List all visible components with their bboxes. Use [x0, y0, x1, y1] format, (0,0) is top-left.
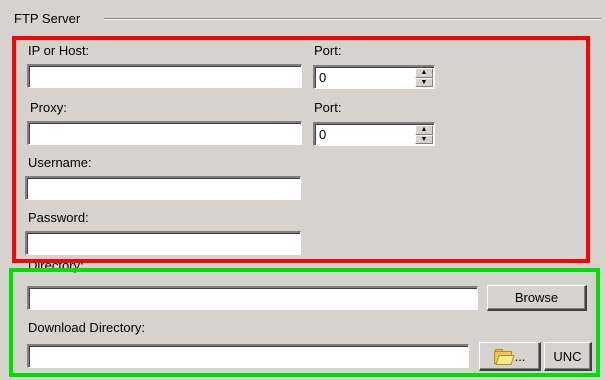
- host-label: IP or Host:: [28, 43, 90, 58]
- username-input[interactable]: [25, 176, 301, 200]
- group-title: FTP Server: [14, 11, 87, 26]
- host-input[interactable]: [27, 64, 302, 88]
- proxy-label: Proxy:: [30, 100, 67, 115]
- unc-button[interactable]: UNC: [544, 342, 592, 371]
- port-label: Port:: [314, 43, 342, 58]
- spin-down-icon[interactable]: ▼: [415, 134, 433, 144]
- folder-button-text: ...: [514, 348, 526, 364]
- download-directory-label: Download Directory:: [28, 320, 146, 335]
- password-input[interactable]: [25, 231, 301, 255]
- directory-input[interactable]: [27, 286, 478, 310]
- proxy-input[interactable]: [27, 121, 302, 145]
- directory-label: Directory:: [28, 258, 84, 273]
- username-label: Username:: [28, 155, 92, 170]
- port-value[interactable]: 0: [319, 70, 326, 85]
- spin-up-icon[interactable]: ▲: [415, 68, 433, 78]
- browse-button[interactable]: Browse: [487, 285, 587, 311]
- port-spinner[interactable]: 0 ▲ ▼: [313, 65, 435, 89]
- proxy-port-label: Port:: [314, 100, 342, 115]
- group-divider: [104, 18, 601, 20]
- folder-open-icon: [493, 349, 515, 365]
- password-label: Password:: [28, 210, 89, 225]
- proxy-port-value[interactable]: 0: [319, 127, 326, 142]
- spin-up-icon[interactable]: ▲: [415, 125, 433, 135]
- download-directory-input[interactable]: [27, 344, 469, 368]
- folder-browse-button[interactable]: ...: [479, 342, 541, 371]
- spin-down-icon[interactable]: ▼: [415, 77, 433, 87]
- proxy-port-spinner[interactable]: 0 ▲ ▼: [313, 122, 435, 146]
